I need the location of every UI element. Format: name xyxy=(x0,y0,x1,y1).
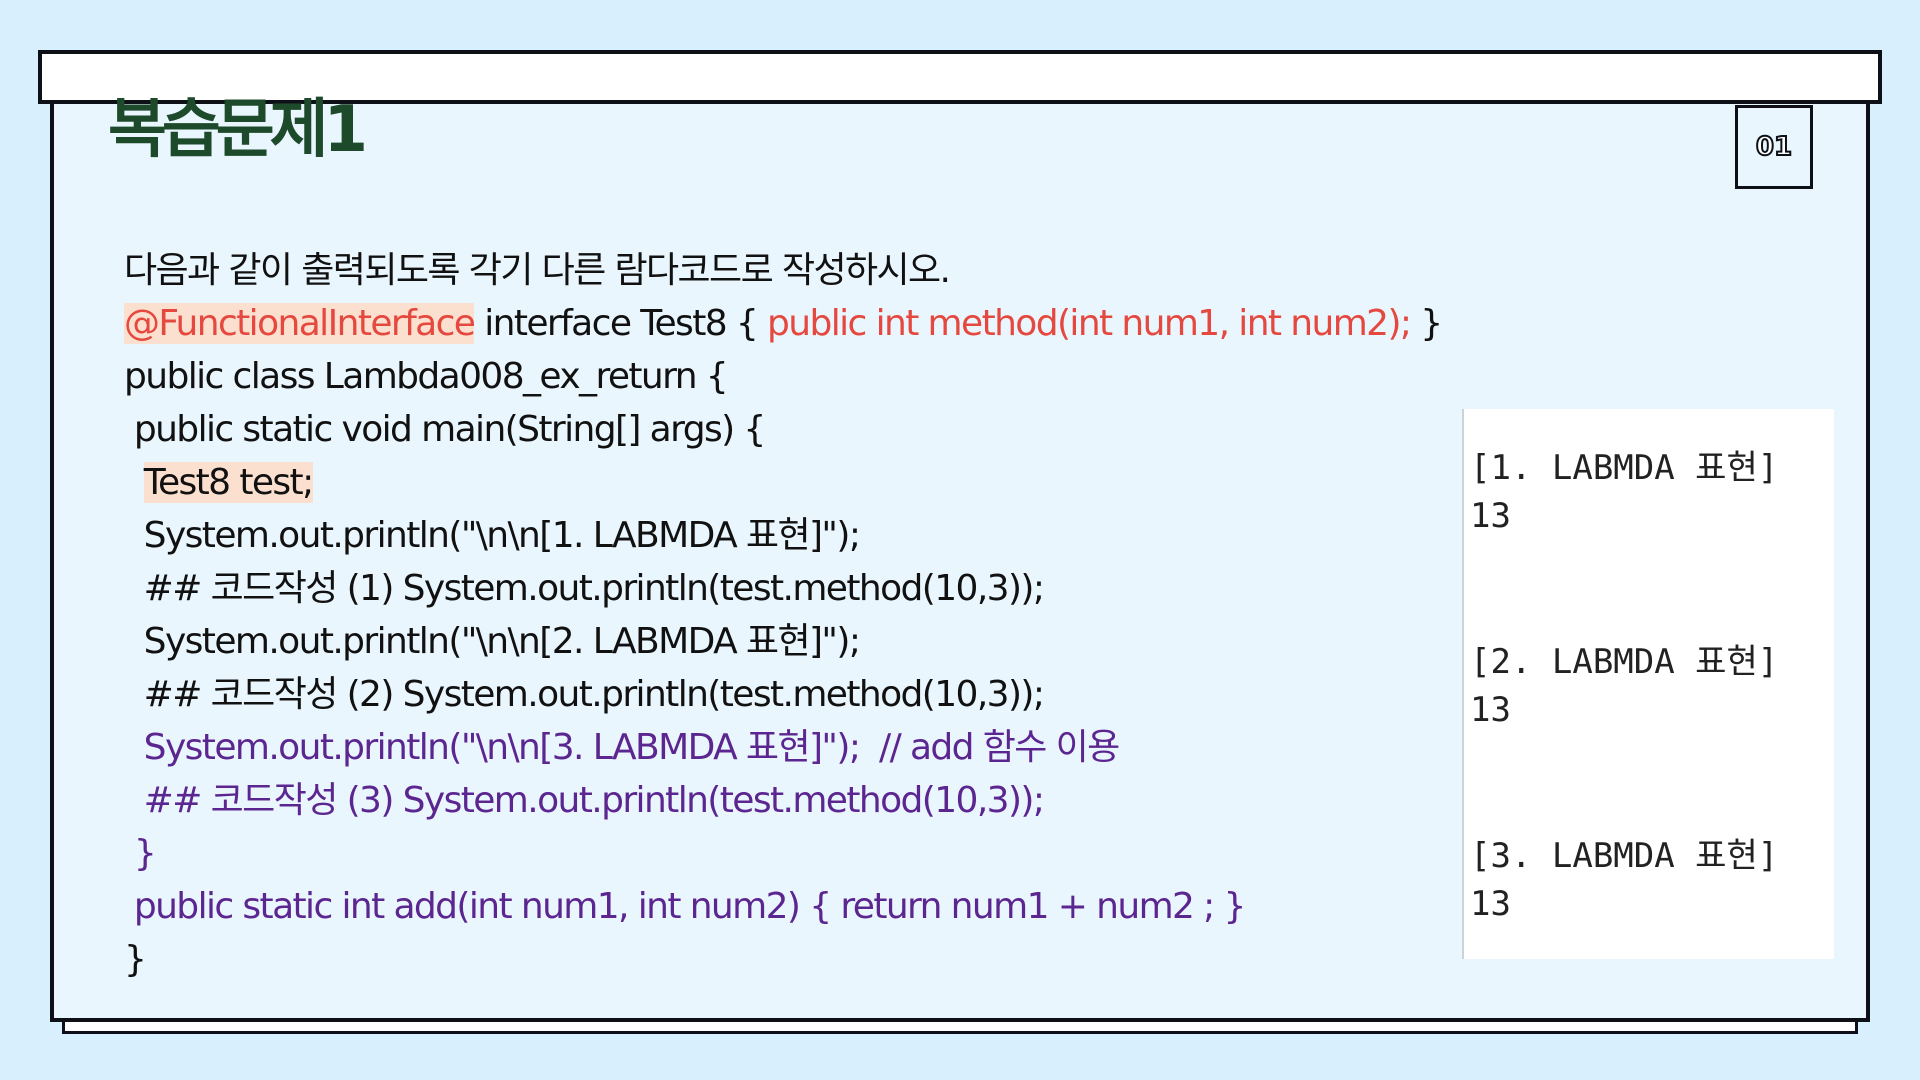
code-line-main-close: } xyxy=(124,833,157,874)
page-number-badge: 01 xyxy=(1735,105,1813,189)
code-line-print-3: System.out.println("\n\n[3. LABMDA 표현]")… xyxy=(124,727,1121,768)
output-value: 13 xyxy=(1470,496,1511,536)
interface-close-brace: } xyxy=(1410,303,1443,344)
output-group-3: [3. LABMDA 표현] 13 xyxy=(1470,832,1834,1026)
code-line-print-1: System.out.println("\n\n[1. LABMDA 표현]")… xyxy=(124,515,861,556)
code-line-class-close: } xyxy=(124,939,147,980)
code-line-interface: @FunctionalInterface interface Test8 { p… xyxy=(124,297,1443,350)
page-title: 복습문제1 xyxy=(108,93,368,167)
annotation-text: @FunctionalInterface xyxy=(124,303,476,344)
code-listing: 다음과 같이 출력되도록 각기 다른 람다코드로 작성하시오. @Functio… xyxy=(124,244,1443,986)
code-line-todo-3: ## 코드작성 (3) System.out.println(test.meth… xyxy=(124,780,1045,821)
output-header: [1. LABMDA 표현] xyxy=(1470,448,1779,488)
output-value: 13 xyxy=(1470,884,1511,924)
code-line-main: public static void main(String[] args) { xyxy=(124,409,766,450)
code-line-print-2: System.out.println("\n\n[2. LABMDA 표현]")… xyxy=(124,621,861,662)
method-signature: public int method(int num1, int num2); xyxy=(767,303,1412,344)
console-output-panel: [1. LABMDA 표현] 13 [2. LABMDA 표현] 13 [3. … xyxy=(1462,409,1834,959)
interface-declaration: interface Test8 { xyxy=(474,303,768,344)
output-header: [3. LABMDA 표현] xyxy=(1470,836,1779,876)
code-line-todo-2: ## 코드작성 (2) System.out.println(test.meth… xyxy=(124,674,1045,715)
instruction-text: 다음과 같이 출력되도록 각기 다른 람다코드로 작성하시오. xyxy=(124,250,951,291)
code-line-class: public class Lambda008_ex_return { xyxy=(124,356,729,397)
output-value: 13 xyxy=(1470,690,1511,730)
output-group-2: [2. LABMDA 표현] 13 xyxy=(1470,638,1834,832)
code-line-add-method: public static int add(int num1, int num2… xyxy=(124,886,1247,927)
code-line-test-declaration: Test8 test; xyxy=(124,456,1424,509)
test-declaration-highlight: Test8 test; xyxy=(143,462,314,503)
output-header: [2. LABMDA 표현] xyxy=(1470,642,1779,682)
slide: { "slide": { "title": "복습문제1", "page_num… xyxy=(0,0,1920,1080)
output-group-1: [1. LABMDA 표현] 13 xyxy=(1470,444,1834,638)
code-line-todo-1: ## 코드작성 (1) System.out.println(test.meth… xyxy=(124,568,1045,609)
